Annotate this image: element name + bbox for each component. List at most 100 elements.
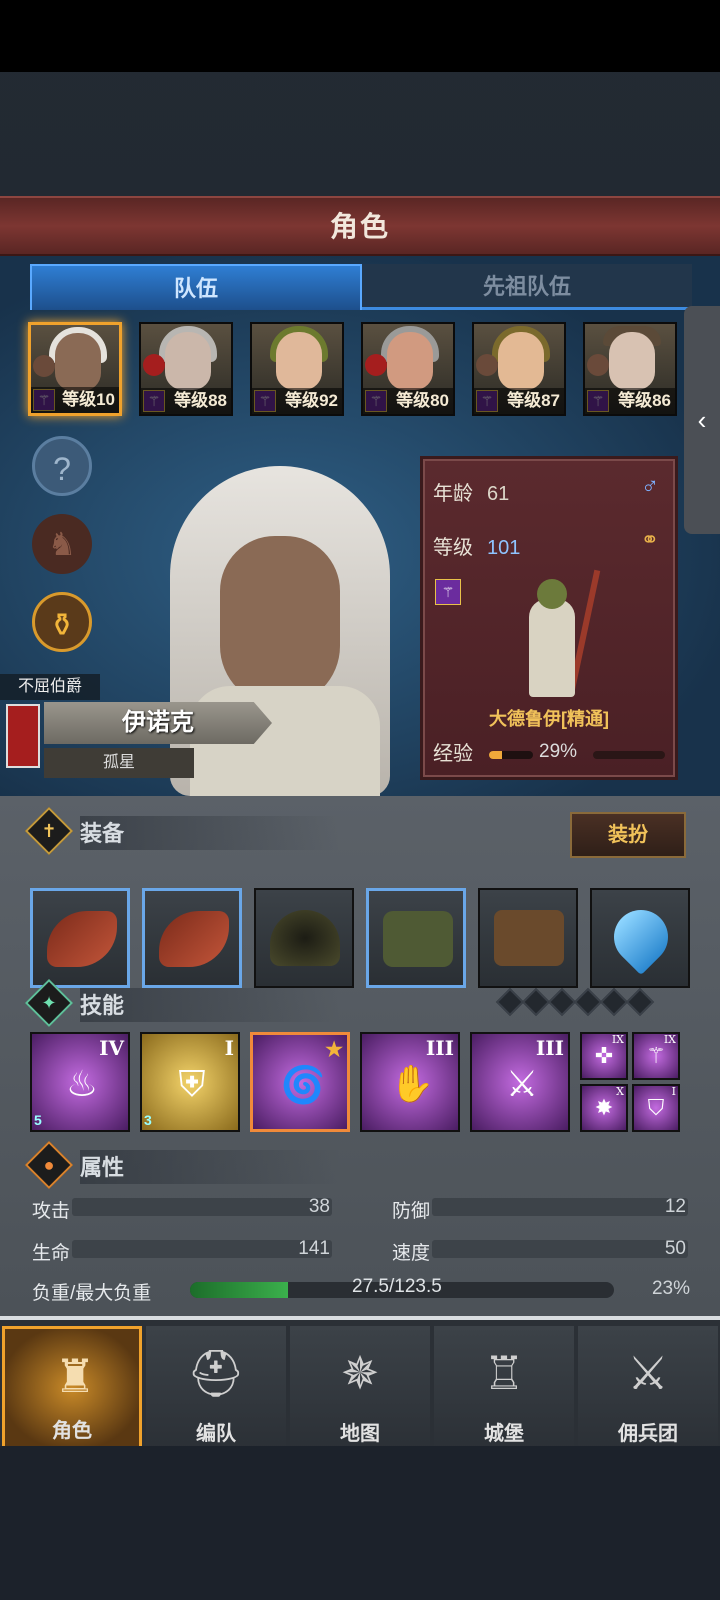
side-expand-button[interactable]: ‹ xyxy=(684,306,720,534)
equipment-label: 装备 xyxy=(80,816,340,850)
party-member-level: 等级92 xyxy=(252,388,342,414)
mini-skill-4[interactable]: ⛉ I xyxy=(632,1084,680,1132)
skill-rank: ★ xyxy=(325,1037,343,1061)
class-icon[interactable]: ⚚ xyxy=(435,579,461,605)
flame-icon: ♨ xyxy=(65,1063,99,1104)
title-bar: 角色 xyxy=(0,196,720,256)
shield-plus-icon: ⛨ xyxy=(178,1063,206,1104)
class-figure xyxy=(509,569,601,699)
nav-character[interactable]: ♜ 角色 xyxy=(2,1326,142,1450)
mini-skill-1[interactable]: ✜ IX xyxy=(580,1032,628,1080)
equip-slot-2[interactable] xyxy=(142,888,242,988)
skill-slot-3[interactable]: 🌀 ★ xyxy=(250,1032,350,1132)
nav-map[interactable]: ✵ 地图 xyxy=(290,1326,430,1450)
chevron-left-icon: ‹ xyxy=(697,405,707,435)
party-member-6[interactable]: ⚚ 等级86 xyxy=(583,322,677,416)
hp-label: 生命 xyxy=(32,1243,71,1264)
amulet-icon xyxy=(602,898,680,976)
attack-label: 攻击 xyxy=(32,1201,71,1222)
potion-icon: ⚱ xyxy=(48,607,76,643)
party-member-2[interactable]: ⚚ 等级88 xyxy=(139,322,233,416)
class-name: 大德鲁伊[精通] xyxy=(489,709,609,729)
party-member-level: 等级88 xyxy=(141,388,231,414)
skill-points xyxy=(495,987,656,1017)
load-value: 27.5/123.5 xyxy=(352,1276,442,1297)
dress-button[interactable]: 装扮 xyxy=(570,812,686,858)
exp-label: 经验 xyxy=(433,743,473,765)
exp-bar-fill xyxy=(489,751,502,759)
castle-icon: ♖ xyxy=(483,1347,525,1399)
potion-button[interactable]: ⚱ xyxy=(32,592,92,652)
mini-skill-2[interactable]: ⚚ IX xyxy=(632,1032,680,1080)
details-panel: ✝ 装备 装扮 ✦ 技能 ♨ IV 5 ⛨ I 3 🌀 ★ ✋ III ⚔ II… xyxy=(0,796,720,1316)
mini-skill-3[interactable]: ✸ X xyxy=(580,1084,628,1132)
attack-value: 38 xyxy=(308,1196,330,1217)
party-member-level: 等级80 xyxy=(363,388,453,414)
exp-bar xyxy=(489,751,533,759)
bottom-filler xyxy=(0,1446,720,1600)
nav-formation[interactable]: ⛑ 编队 xyxy=(146,1326,286,1450)
equip-slot-5[interactable] xyxy=(478,888,578,988)
speed-value: 50 xyxy=(664,1238,686,1259)
defense-value: 12 xyxy=(664,1196,686,1217)
skill-rank: I xyxy=(224,1036,234,1060)
ring-icon[interactable]: ⚭ xyxy=(641,527,659,553)
tab-ancestor-party[interactable]: 先祖队伍 xyxy=(362,264,692,310)
status-bar xyxy=(0,0,720,72)
male-icon: ♂ xyxy=(641,473,659,500)
party-member-4[interactable]: ⚚ 等级80 xyxy=(361,322,455,416)
bottom-nav: ♜ 角色 ⛑ 编队 ✵ 地图 ♖ 城堡 ⚔ 佣兵团 xyxy=(0,1316,720,1450)
skill-rank: IV xyxy=(99,1036,124,1060)
skill-slot-4[interactable]: ✋ III xyxy=(360,1032,460,1132)
attribute-icon: ● xyxy=(24,1140,74,1190)
hero-area: 队伍 先祖队伍 ⚚ 等级10 ⚚ 等级88 ⚚ 等级92 xyxy=(0,256,720,796)
age-label: 年龄 xyxy=(433,483,473,505)
nav-mercenary[interactable]: ⚔ 佣兵团 xyxy=(578,1326,718,1450)
attributes-label: 属性 xyxy=(80,1150,340,1184)
load-bar-fill xyxy=(190,1282,288,1298)
info-panel: 年龄 61 ♂ 等级 101 ⚭ ⚚ 大德鲁伊[精通] 经验 29% xyxy=(420,456,678,780)
hp-value: 141 xyxy=(298,1238,330,1259)
level-value: 101 xyxy=(487,537,521,559)
load-label: 负重/最大负重 xyxy=(32,1283,152,1304)
skill-slot-5[interactable]: ⚔ III xyxy=(470,1032,570,1132)
attributes-header: ● 属性 xyxy=(24,1140,428,1190)
page-title: 角色 xyxy=(329,211,390,242)
skills-header: ✦ 技能 xyxy=(24,978,428,1028)
tunic-icon xyxy=(383,911,453,967)
tab-party[interactable]: 队伍 xyxy=(30,264,362,310)
speed-label: 速度 xyxy=(392,1243,431,1264)
hero-portrait xyxy=(150,466,420,796)
equip-slot-1[interactable] xyxy=(30,888,130,988)
level-label: 等级 xyxy=(433,537,473,559)
skill-slot-2[interactable]: ⛨ I 3 xyxy=(140,1032,240,1132)
skills-label: 技能 xyxy=(80,988,340,1022)
skill-slot-1[interactable]: ♨ IV 5 xyxy=(30,1032,130,1132)
hood-icon xyxy=(270,910,340,966)
equip-slot-3[interactable] xyxy=(254,888,354,988)
skill-badge: 5 xyxy=(34,1112,42,1128)
hero-trait[interactable]: 孤星 xyxy=(44,748,194,778)
party-member-level: 等级87 xyxy=(474,388,564,414)
party-member-1[interactable]: ⚚ 等级10 xyxy=(28,322,122,416)
character-detail-button[interactable]: ♞ xyxy=(32,514,92,574)
equip-slot-6[interactable] xyxy=(590,888,690,988)
party-member-level: 等级86 xyxy=(585,388,675,414)
help-button[interactable]: ? xyxy=(32,436,92,496)
party-member-3[interactable]: ⚚ 等级92 xyxy=(250,322,344,416)
skill-rank: III xyxy=(535,1036,564,1060)
sword-icon: ⚔ xyxy=(627,1347,669,1399)
staff-icon: ⚔ xyxy=(505,1063,539,1104)
equip-slot-4[interactable] xyxy=(366,888,466,988)
age-value: 61 xyxy=(487,483,510,505)
hero-title: 不屈伯爵 xyxy=(0,674,100,700)
party-member-level: 等级10 xyxy=(31,387,119,413)
load-percent: 23% xyxy=(651,1278,690,1299)
compass-icon: ✵ xyxy=(340,1347,380,1399)
nav-castle[interactable]: ♖ 城堡 xyxy=(434,1326,574,1450)
party-portraits: ⚚ 等级10 ⚚ 等级88 ⚚ 等级92 ⚚ 等级80 xyxy=(28,322,688,418)
claw-icon xyxy=(47,911,117,967)
party-member-5[interactable]: ⚚ 等级87 xyxy=(472,322,566,416)
question-icon: ? xyxy=(53,451,71,487)
hero-name[interactable]: 伊诺克 xyxy=(44,702,272,744)
